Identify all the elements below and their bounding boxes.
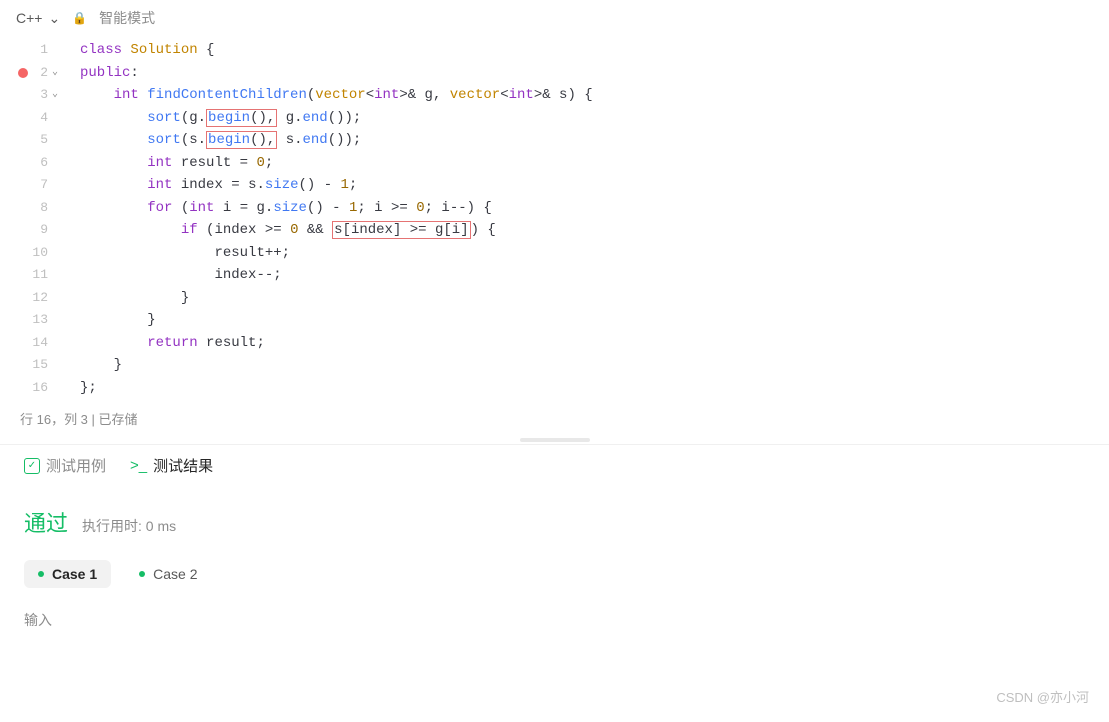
gutter[interactable]: 10	[0, 242, 68, 265]
save-status: 已存储	[99, 412, 138, 427]
code-content[interactable]: };	[68, 377, 97, 400]
line-number: 7	[18, 174, 48, 197]
line-number: 4	[18, 107, 48, 130]
tab-results[interactable]: >_ 测试结果	[130, 455, 213, 476]
terminal-icon: >_	[130, 457, 147, 474]
gutter[interactable]: 13	[0, 309, 68, 332]
code-content[interactable]: public:	[68, 62, 139, 85]
code-content[interactable]: }	[68, 287, 189, 310]
code-content[interactable]: int index = s.size() - 1;	[68, 174, 357, 197]
line-number: 12	[18, 287, 48, 310]
code-line[interactable]: 1 class Solution {	[0, 39, 1109, 62]
editor-toolbar: C++ ⌄ 🔒 智能模式	[0, 0, 1109, 37]
line-number: 14	[18, 332, 48, 355]
results-tabs: ✓ 测试用例 >_ 测试结果	[0, 444, 1109, 486]
code-line[interactable]: 11 index--;	[0, 264, 1109, 287]
results-body: 通过 执行用时: 0 ms Case 1 Case 2 输入	[0, 486, 1109, 634]
status-dot-icon	[38, 571, 44, 577]
input-section-label: 输入	[24, 610, 1085, 630]
editor-status-bar: 行 16，列 3 | 已存储	[0, 399, 1109, 438]
code-line[interactable]: 3⌄ int findContentChildren(vector<int>& …	[0, 84, 1109, 107]
code-line[interactable]: 5 sort(s.begin(), s.end());	[0, 129, 1109, 152]
gutter[interactable]: 5	[0, 129, 68, 152]
code-line[interactable]: 6 int result = 0;	[0, 152, 1109, 175]
gutter[interactable]: 2⌄	[0, 62, 68, 85]
line-number: 8	[18, 197, 48, 220]
code-line[interactable]: 2⌄public:	[0, 62, 1109, 85]
cursor-position: 行 16，列 3	[20, 412, 88, 427]
line-number: 9	[18, 219, 48, 242]
case-tab[interactable]: Case 2	[125, 560, 211, 588]
gutter[interactable]: 3⌄	[0, 84, 68, 107]
case-tabs: Case 1 Case 2	[24, 560, 1085, 588]
code-line[interactable]: 14 return result;	[0, 332, 1109, 355]
panel-resize-handle[interactable]	[0, 438, 1109, 444]
status-pass: 通过	[24, 506, 68, 538]
watermark: CSDN @亦小河	[996, 687, 1089, 706]
code-content[interactable]: int result = 0;	[68, 152, 273, 175]
line-number: 13	[18, 309, 48, 332]
code-content[interactable]: for (int i = g.size() - 1; i >= 0; i--) …	[68, 197, 492, 220]
line-number: 3	[18, 84, 48, 107]
gutter[interactable]: 1	[0, 39, 68, 62]
code-content[interactable]: int findContentChildren(vector<int>& g, …	[68, 84, 593, 107]
code-line[interactable]: 8 for (int i = g.size() - 1; i >= 0; i--…	[0, 197, 1109, 220]
execution-time: 执行用时: 0 ms	[82, 516, 176, 536]
code-content[interactable]: sort(s.begin(), s.end());	[68, 129, 361, 152]
line-number: 11	[18, 264, 48, 287]
highlight-box: begin(),	[206, 109, 277, 127]
gutter[interactable]: 16	[0, 377, 68, 400]
fold-icon[interactable]: ⌄	[52, 84, 64, 107]
line-number: 15	[18, 354, 48, 377]
code-content[interactable]: }	[68, 354, 122, 377]
code-content[interactable]: result++;	[68, 242, 290, 265]
gutter[interactable]: 11	[0, 264, 68, 287]
code-line[interactable]: 13 }	[0, 309, 1109, 332]
mode-label: 智能模式	[99, 8, 155, 28]
code-editor[interactable]: 1class Solution {2⌄public:3⌄ int findCon…	[0, 37, 1109, 399]
code-content[interactable]: return result;	[68, 332, 265, 355]
gutter[interactable]: 15	[0, 354, 68, 377]
code-content[interactable]: class Solution {	[68, 39, 214, 62]
case-label: Case 1	[52, 566, 97, 582]
code-content[interactable]: if (index >= 0 && s[index] >= g[i]) {	[68, 219, 496, 242]
chevron-down-icon: ⌄	[48, 10, 60, 27]
case-tab[interactable]: Case 1	[24, 560, 111, 588]
language-selector[interactable]: C++ ⌄	[16, 10, 60, 27]
highlight-box: s[index] >= g[i]	[332, 221, 470, 239]
line-number: 1	[18, 39, 48, 62]
code-line[interactable]: 4 sort(g.begin(), g.end());	[0, 107, 1109, 130]
tab-testcases[interactable]: ✓ 测试用例	[24, 455, 106, 476]
gutter[interactable]: 6	[0, 152, 68, 175]
line-number: 16	[18, 377, 48, 400]
code-content[interactable]: }	[68, 309, 156, 332]
code-content[interactable]: index--;	[68, 264, 282, 287]
gutter[interactable]: 4	[0, 107, 68, 130]
breakpoint-icon[interactable]	[18, 68, 28, 78]
code-line[interactable]: 15 }	[0, 354, 1109, 377]
line-number: 6	[18, 152, 48, 175]
language-label: C++	[16, 10, 42, 26]
checkbox-icon: ✓	[24, 458, 40, 474]
line-number: 10	[18, 242, 48, 265]
gutter[interactable]: 7	[0, 174, 68, 197]
code-line[interactable]: 10 result++;	[0, 242, 1109, 265]
code-line[interactable]: 12 }	[0, 287, 1109, 310]
code-line[interactable]: 9 if (index >= 0 && s[index] >= g[i]) {	[0, 219, 1109, 242]
gutter[interactable]: 14	[0, 332, 68, 355]
fold-icon[interactable]: ⌄	[52, 62, 64, 85]
code-line[interactable]: 7 int index = s.size() - 1;	[0, 174, 1109, 197]
gutter[interactable]: 9	[0, 219, 68, 242]
line-number: 5	[18, 129, 48, 152]
lock-icon: 🔒	[72, 11, 87, 25]
code-line[interactable]: 16};	[0, 377, 1109, 400]
gutter[interactable]: 8	[0, 197, 68, 220]
case-label: Case 2	[153, 566, 197, 582]
status-dot-icon	[139, 571, 145, 577]
code-content[interactable]: sort(g.begin(), g.end());	[68, 107, 361, 130]
highlight-box: begin(),	[206, 131, 277, 149]
gutter[interactable]: 12	[0, 287, 68, 310]
